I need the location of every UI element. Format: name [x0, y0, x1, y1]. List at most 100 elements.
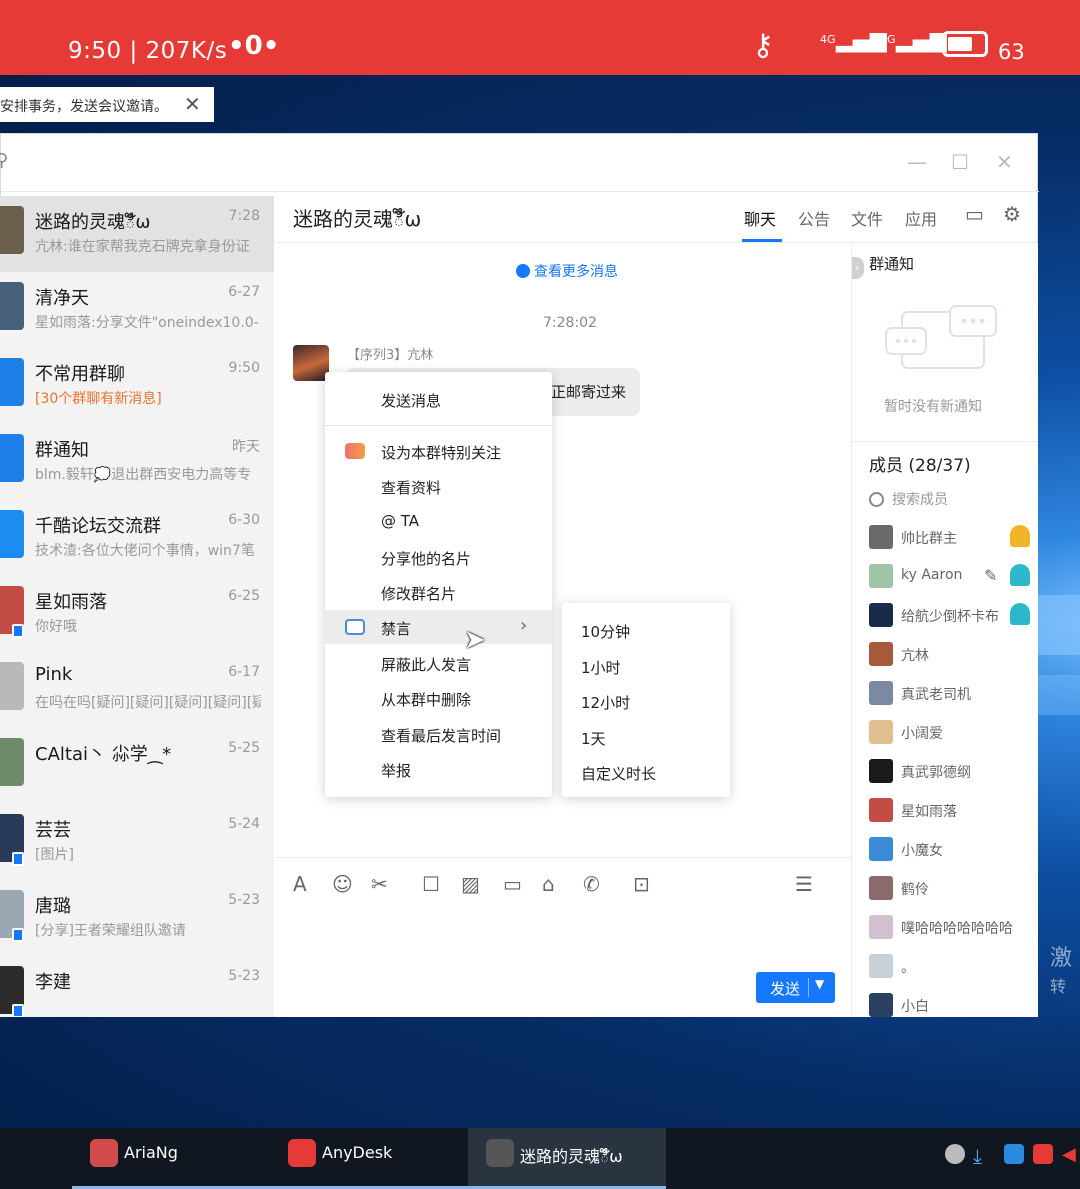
session-time: 5-23 [228, 968, 260, 984]
member-item[interactable]: 小阔爱 [869, 720, 1034, 744]
menu-item-view-profile[interactable]: 查看资料 [325, 469, 552, 503]
search-icon[interactable]: ⚲ [0, 150, 8, 171]
mute-option[interactable]: 1天 [581, 728, 606, 749]
member-avatar [869, 525, 893, 549]
member-item[interactable]: 亢林 [869, 642, 1034, 666]
screen-share-icon[interactable]: ▭ [965, 202, 984, 226]
mute-option[interactable]: 自定义时长 [581, 763, 656, 784]
load-more-label: 查看更多消息 [534, 264, 618, 280]
session-item[interactable]: CAltai丶 尛学⁔* 5-25 [0, 728, 274, 804]
session-item[interactable]: Pink 6-17 在吗在吗[疑问][疑问][疑问][疑问][疑 [0, 652, 274, 728]
minimize-button[interactable]: — [907, 150, 927, 174]
close-icon[interactable]: ✕ [184, 92, 201, 116]
volume-icon[interactable]: ◀ [1062, 1144, 1080, 1165]
session-item[interactable]: 李建 5-23 [0, 956, 274, 1017]
anydesk-tray-icon[interactable] [1033, 1144, 1053, 1164]
history-icon[interactable]: ☰ [795, 872, 813, 896]
session-item[interactable]: 群通知 昨天 blm.毅轩💭退出群西安电力高等专 [0, 424, 274, 500]
session-last-message: blm.毅轩💭退出群西安电力高等专 [35, 467, 252, 483]
mute-option[interactable]: 1小时 [581, 657, 621, 678]
session-item[interactable]: 唐璐 5-23 [分享]王者荣耀组队邀请 [0, 880, 274, 956]
taskbar-app[interactable]: AnyDesk [270, 1128, 468, 1189]
font-icon[interactable]: A [293, 872, 307, 896]
member-item[interactable]: ky Aaron ✎ [869, 564, 1034, 588]
member-avatar [869, 720, 893, 744]
member-search[interactable]: 搜索成员 [869, 489, 948, 509]
menu-item-share-card[interactable]: 分享他的名片 [325, 540, 552, 574]
member-item[interactable]: 小白 [869, 993, 1034, 1017]
member-item[interactable]: 星如雨落 [869, 798, 1034, 822]
mute-option[interactable]: 12小时 [581, 692, 630, 713]
session-list: 迷路的灵魂ి໊ω 7:28 亢林:谁在家帮我克石牌克拿身份证 清净天 6-27 星如雨落:… [0, 196, 274, 1017]
session-item[interactable]: 不常用群聊 9:50 [30个群聊有新消息] [0, 348, 274, 424]
session-item[interactable]: 迷路的灵魂ి໊ω 7:28 亢林:谁在家帮我克石牌克拿身份证 [0, 196, 274, 272]
load-more-link[interactable]: 查看更多消息 [516, 261, 618, 281]
taskbar-app[interactable]: 迷路的灵魂ి໊ω [468, 1128, 666, 1189]
sender-avatar[interactable] [293, 345, 329, 381]
session-item[interactable]: 千酷论坛交流群 6-30 技术渣:各位大佬问个事情，win7笔 [0, 500, 274, 576]
download-icon[interactable]: ⤓ [973, 1144, 993, 1168]
image-icon[interactable]: ▨ [461, 872, 480, 896]
member-item[interactable]: 。 [869, 954, 1034, 978]
menu-item-label: 修改群名片 [381, 585, 457, 603]
tab-announcement[interactable]: 公告 [798, 206, 830, 230]
member-item[interactable]: 小魔女 [869, 837, 1034, 861]
tab-apps[interactable]: 应用 [905, 206, 937, 230]
session-name: 不常用群聊 [35, 364, 125, 385]
pencil-icon[interactable]: ✎ [984, 566, 997, 585]
mouse-cursor-icon: ➤ [464, 625, 486, 655]
collapse-icon[interactable]: › [852, 257, 864, 279]
clock-icon [516, 264, 530, 278]
emoji-icon[interactable]: ☺ [332, 872, 353, 896]
session-avatar [0, 738, 24, 786]
phone-icon[interactable]: ✆ [583, 872, 600, 896]
session-item[interactable]: 芸芸 5-24 [图片] [0, 804, 274, 880]
tab-files[interactable]: 文件 [851, 206, 883, 230]
notification-toast[interactable]: 安排事务，发送会议邀请。 ✕ [0, 87, 214, 122]
menu-item-send-message[interactable]: 发送消息 [325, 382, 552, 416]
menu-item-remove-from-group[interactable]: 从本群中删除 [325, 681, 552, 715]
mute-option[interactable]: 10分钟 [581, 621, 630, 642]
menu-item-edit-group-card[interactable]: 修改群名片 [325, 575, 552, 609]
favorite-icon[interactable]: ☐ [422, 872, 440, 896]
tab-chat[interactable]: 聊天 [744, 206, 776, 230]
shield-icon[interactable] [1004, 1144, 1024, 1164]
aria-tray-icon[interactable] [945, 1144, 965, 1164]
member-item[interactable]: 噗哈哈哈哈哈哈哈 [869, 915, 1034, 939]
session-avatar [0, 282, 24, 330]
menu-item-report[interactable]: 举报 [325, 752, 552, 786]
menu-item-mute[interactable]: 禁言 › [325, 610, 552, 644]
menu-item-label: 分享他的名片 [381, 550, 472, 568]
menu-item-label: 发送消息 [381, 392, 442, 410]
folder-icon[interactable]: ▭ [503, 872, 522, 896]
member-item[interactable]: 真武老司机 [869, 681, 1034, 705]
activation-watermark: 激 转 [1050, 945, 1072, 1001]
gift-icon[interactable]: ⌂ [542, 872, 555, 896]
menu-item-block-speech[interactable]: 屏蔽此人发言 [325, 646, 552, 680]
menu-item-special-focus[interactable]: 设为本群特别关注 [325, 434, 552, 468]
member-avatar [869, 681, 893, 705]
send-button[interactable]: 发送 ▼ [756, 972, 835, 1003]
member-search-placeholder: 搜索成员 [892, 492, 948, 508]
member-avatar [869, 876, 893, 900]
session-item[interactable]: 星如雨落 6-25 你好哦 [0, 576, 274, 652]
maximize-button[interactable]: ☐ [951, 150, 969, 174]
device-badge-icon [12, 928, 24, 942]
menu-item-last-speak-time[interactable]: 查看最后发言时间 [325, 717, 552, 751]
member-item[interactable]: 真武郭德纲 [869, 759, 1034, 783]
member-item[interactable]: 帅比群主 [869, 525, 1034, 549]
chevron-down-icon[interactable]: ▼ [815, 977, 824, 991]
member-item[interactable]: 给航少倒杯卡布 [869, 603, 1034, 627]
taskbar-app-label: AnyDesk [322, 1143, 393, 1162]
member-item[interactable]: 鹤伶 [869, 876, 1034, 900]
taskbar-app[interactable]: AriaNg [72, 1128, 270, 1189]
remote-icon[interactable]: ⊡ [633, 872, 650, 896]
empty-notice-illustration [885, 305, 997, 369]
menu-item-mention[interactable]: @ TA [325, 504, 552, 538]
session-item[interactable]: 清净天 6-27 星如雨落:分享文件"oneindex10.0- [0, 272, 274, 348]
gear-icon[interactable]: ⚙ [1003, 202, 1021, 226]
close-button[interactable]: ✕ [996, 150, 1013, 174]
member-name: 星如雨落 [901, 804, 957, 820]
member-name: 帅比群主 [901, 531, 957, 547]
screenshot-icon[interactable]: ✂ [371, 872, 388, 896]
